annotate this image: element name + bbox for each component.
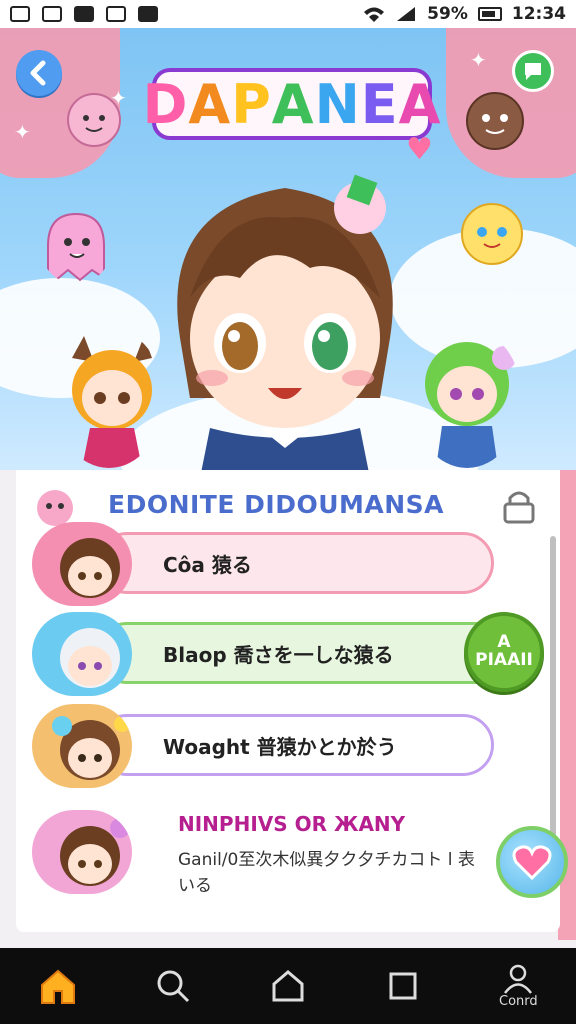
heart-icon (512, 845, 552, 880)
news-subtitle: Ganil/0至次木似異夕ク夕チカコト l 表いる (178, 850, 475, 896)
battery-percent: 59% (427, 4, 468, 24)
back-button[interactable] (16, 50, 62, 96)
logo-letter: A (398, 72, 442, 136)
nav-house[interactable] (253, 951, 323, 1021)
message-icon (138, 6, 158, 22)
chevron-left-icon (30, 60, 46, 86)
status-bar: 59% 12:34 (0, 0, 576, 28)
list-panel: EDONITE DIDOUMANSA Côa 猿る Blaop 喬さを一しな猿る (0, 470, 576, 948)
person-icon (504, 964, 533, 994)
wifi-icon (364, 7, 385, 22)
logo-letter: E (360, 72, 399, 136)
ghost-mascot-icon (47, 212, 105, 282)
brown-hair-avatar (60, 538, 120, 598)
app-icon (42, 6, 62, 22)
brown-mascot-icon (466, 92, 524, 150)
list-item-bar[interactable]: Woaght 普猿かとか於う (96, 714, 494, 776)
check-icon (74, 6, 94, 22)
nav-home[interactable] (23, 951, 93, 1021)
nav-recents[interactable] (368, 951, 438, 1021)
list-card: EDONITE DIDOUMANSA Côa 猿る Blaop 喬さを一しな猿る (16, 470, 568, 932)
flower-avatar (52, 716, 130, 780)
sun-mascot-icon (461, 203, 523, 265)
avatar (32, 522, 132, 606)
avatar (32, 810, 132, 894)
house-icon (272, 970, 304, 1002)
list-item-label: Côa 猿る (163, 552, 252, 577)
panel-title: EDONITE DIDOUMANSA (108, 490, 445, 519)
nav-account[interactable]: Conrd (483, 951, 553, 1021)
hero-banner: DAPANEA ♥ ✦ ✦ ✦ (0, 28, 576, 470)
search-icon (157, 970, 189, 1003)
bottom-navigation: Conrd (0, 948, 576, 1024)
logo-letter: P (231, 72, 272, 136)
status-right: 59% 12:34 (363, 4, 566, 24)
avatar (32, 704, 132, 788)
play-button-label: PIAAII (475, 650, 533, 670)
favorite-button[interactable] (496, 826, 568, 898)
play-button[interactable]: A PIAAII (464, 612, 544, 692)
list-item[interactable]: Blaop 喬さを一しな猿る (32, 612, 516, 696)
list-item-bar[interactable]: Côa 猿る (96, 532, 494, 594)
pink-mascot-icon (67, 93, 121, 147)
news-item[interactable]: NINPHIVS OR ЖANY Ganil/0至次木似異夕ク夕チカコト l 表… (32, 802, 572, 912)
white-hair-avatar (60, 628, 120, 688)
brown-hair-avatar (60, 818, 130, 886)
news-title: NINPHIVS OR ЖANY (178, 812, 406, 836)
signal-icon (397, 7, 416, 21)
logo-letter: D (142, 72, 189, 136)
home-icon (40, 969, 75, 1004)
clock: 12:34 (511, 4, 566, 24)
chat-button[interactable] (512, 50, 554, 92)
app-logo: DAPANEA (143, 68, 440, 140)
nav-search[interactable] (138, 951, 208, 1021)
list-item-bar[interactable]: Blaop 喬さを一しな猿る (96, 622, 516, 684)
gallery-icon (10, 6, 30, 22)
logo-letter: N (314, 72, 361, 136)
list-item[interactable]: Côa 猿る (32, 522, 494, 606)
battery-icon (477, 7, 502, 21)
list-item[interactable]: Woaght 普猿かとか於う (32, 704, 494, 788)
nav-account-label: Conrd (499, 993, 538, 1009)
list-item-label: Woaght 普猿かとか於う (163, 734, 397, 759)
recents-icon (389, 972, 417, 1000)
lock-icon[interactable] (500, 488, 538, 524)
green-hair-character (425, 342, 516, 468)
tool-icon (106, 6, 126, 22)
main-character-illustration (177, 174, 393, 470)
sparkle-icon: ✦ (14, 120, 31, 144)
list-item-label: Blaop 喬さを一しな猿る (163, 642, 394, 667)
logo-letter: A (271, 72, 315, 136)
logo-letter: A (188, 72, 232, 136)
speech-bubble-icon (525, 63, 541, 80)
notification-icons (10, 6, 158, 22)
avatar (32, 612, 132, 696)
sparkle-icon: ✦ (470, 48, 487, 72)
cat-girl-character (72, 336, 152, 468)
